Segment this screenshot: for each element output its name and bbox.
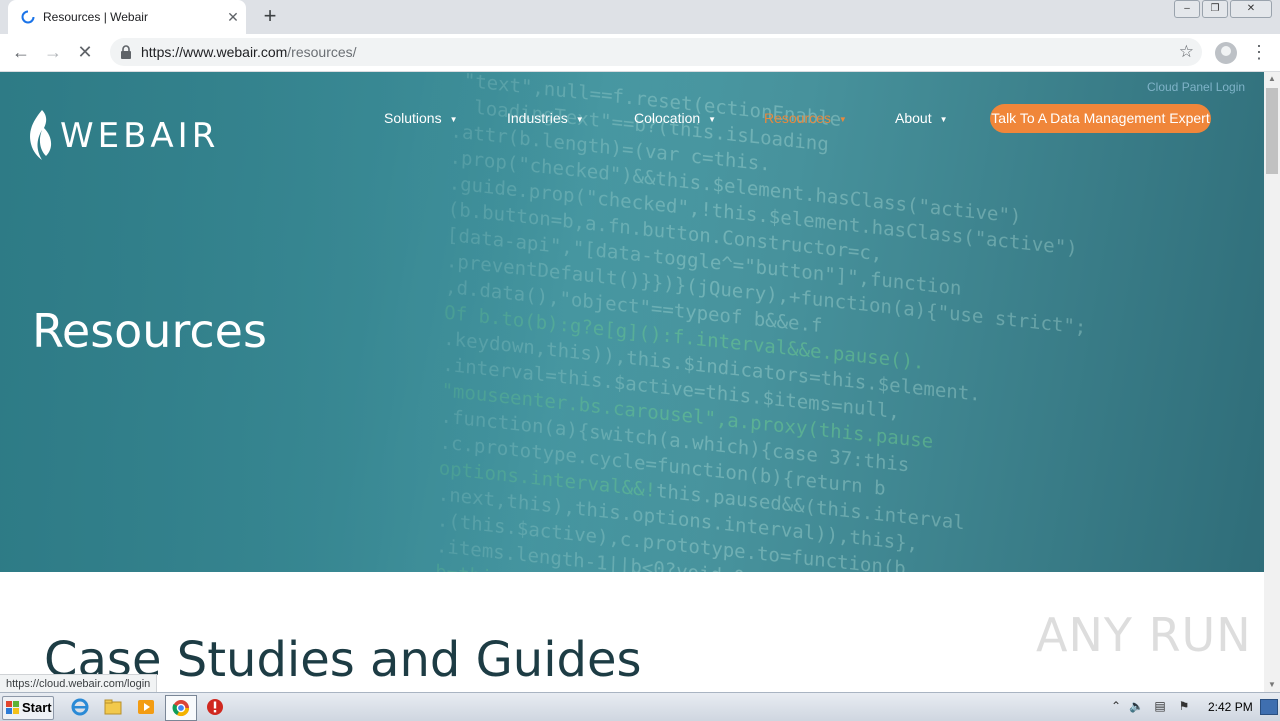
action-center-flag-icon[interactable]: ⚑ — [1177, 699, 1191, 713]
file-explorer-icon[interactable] — [103, 697, 123, 717]
profile-avatar-icon[interactable] — [1215, 42, 1237, 64]
browser-menu-icon[interactable]: ⋮ — [1250, 40, 1268, 64]
nav-label: About — [895, 110, 932, 126]
back-icon[interactable]: ← — [9, 40, 33, 64]
page-scrollbar[interactable]: ▲ ▼ — [1264, 72, 1280, 692]
minimize-icon[interactable]: – — [1174, 0, 1200, 18]
chevron-down-icon: ▼ — [575, 114, 584, 124]
address-bar[interactable]: https://www.webair.com/resources/ ☆ — [110, 38, 1202, 66]
chevron-down-icon: ▼ — [708, 114, 717, 124]
chrome-icon — [172, 700, 190, 717]
cloud-panel-login-link[interactable]: Cloud Panel Login — [1147, 80, 1245, 94]
nav-colocation[interactable]: Colocation ▼ — [634, 110, 716, 126]
url-path: /resources/ — [287, 44, 357, 60]
nav-label: Industries — [507, 110, 568, 126]
chevron-down-icon: ▼ — [939, 114, 948, 124]
nav-industries[interactable]: Industries ▼ — [507, 110, 584, 126]
browser-toolbar: ← → ✕ https://www.webair.com/resources/ … — [0, 34, 1280, 72]
chevron-down-icon: ▼ — [449, 114, 458, 124]
stop-loading-icon[interactable]: ✕ — [73, 40, 97, 64]
volume-icon[interactable]: 🔈 — [1129, 699, 1144, 713]
page-viewport: "text",null==f.reset(ectionEnable loadin… — [0, 72, 1264, 692]
scroll-down-icon[interactable]: ▼ — [1264, 678, 1280, 692]
nav-label: Solutions — [384, 110, 442, 126]
chrome-taskbar-button[interactable] — [165, 695, 197, 721]
browser-tab[interactable]: Resources | Webair ✕ — [8, 0, 246, 34]
close-window-icon[interactable]: ✕ — [1230, 0, 1272, 18]
new-tab-icon[interactable]: + — [259, 5, 281, 27]
lock-icon — [121, 45, 131, 59]
anyrun-watermark: ANY RUN — [1036, 608, 1252, 662]
media-player-icon[interactable] — [136, 697, 156, 717]
page-title: Resources — [32, 304, 267, 358]
logo-text: WEBAIR — [60, 116, 220, 156]
tray-expand-icon[interactable]: ⌃ — [1109, 699, 1123, 713]
windows-taskbar: Start ⌃ 🔈 ▤ ⚑ 2:42 PM — [0, 692, 1280, 721]
nav-label: Colocation — [634, 110, 701, 126]
scroll-up-icon[interactable]: ▲ — [1264, 72, 1280, 86]
hero-banner: "text",null==f.reset(ectionEnable loadin… — [0, 72, 1264, 572]
bookmark-star-icon[interactable]: ☆ — [1179, 42, 1194, 62]
tab-title: Resources | Webair — [43, 10, 148, 24]
chevron-down-icon: ▼ — [838, 114, 847, 124]
nav-label: Resources — [764, 110, 831, 126]
talk-to-expert-button[interactable]: Talk To A Data Management Expert — [990, 104, 1211, 133]
forward-icon[interactable]: → — [41, 40, 65, 64]
nav-solutions[interactable]: Solutions ▼ — [384, 110, 458, 126]
url-host: https://www.webair.com — [141, 44, 288, 60]
loading-spinner-icon — [21, 10, 35, 24]
stop-sign-icon[interactable] — [205, 697, 225, 717]
internet-explorer-icon[interactable] — [70, 697, 90, 717]
system-clock[interactable]: 2:42 PM — [1208, 700, 1253, 714]
nav-about[interactable]: About ▼ — [895, 110, 948, 126]
window-controls: – ❐ ✕ — [1172, 0, 1272, 18]
restore-icon[interactable]: ❐ — [1202, 0, 1228, 18]
close-tab-icon[interactable]: ✕ — [225, 7, 241, 27]
tab-strip: Resources | Webair ✕ + – ❐ ✕ — [0, 0, 1280, 34]
show-desktop-icon[interactable] — [1260, 699, 1278, 715]
flame-logo-icon — [30, 110, 52, 160]
network-icon[interactable]: ▤ — [1153, 699, 1167, 713]
start-label: Start — [22, 700, 52, 715]
url-text: https://www.webair.com/resources/ — [141, 44, 357, 60]
start-button[interactable]: Start — [2, 696, 54, 720]
windows-flag-icon — [6, 701, 19, 714]
nav-resources[interactable]: Resources ▼ — [764, 110, 847, 126]
link-status-bubble: https://cloud.webair.com/login — [0, 674, 158, 694]
scroll-thumb[interactable] — [1266, 88, 1278, 174]
